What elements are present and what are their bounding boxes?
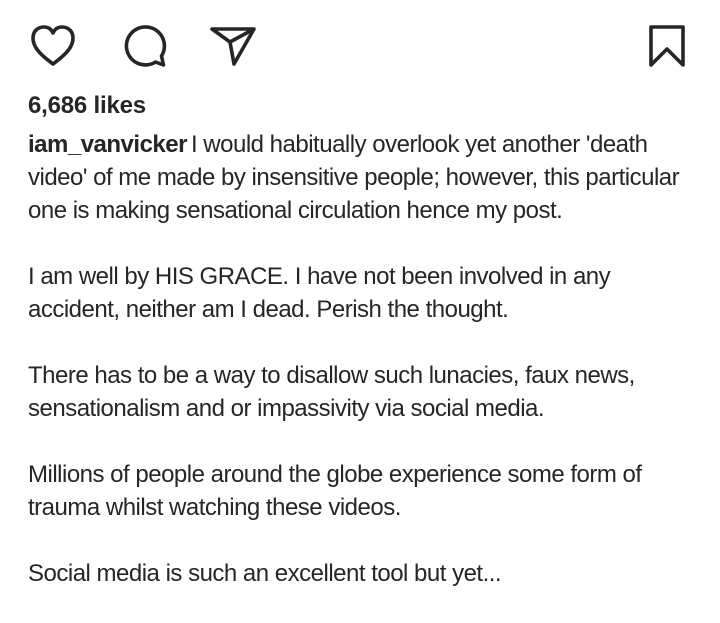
heart-icon (31, 25, 75, 66)
like-button[interactable] (28, 22, 78, 70)
share-button[interactable] (208, 22, 258, 70)
likes-count[interactable]: 6,686 likes (28, 92, 146, 120)
comment-bubble-icon (124, 25, 167, 67)
caption-paragraph: Social media is such an excellent tool b… (28, 560, 502, 587)
caption-first-paragraph: iam_vanvicker I would habitually overlook… (28, 128, 704, 227)
caption-paragraph: There has to be a way to disallow such l… (28, 362, 635, 422)
bookmark-icon (649, 25, 685, 67)
caption-username[interactable]: iam_vanvicker (28, 131, 187, 158)
comment-button[interactable] (120, 22, 170, 70)
caption-paragraph: I am well by HIS GRACE. I have not been … (28, 263, 611, 323)
save-button[interactable] (642, 22, 692, 70)
post-action-bar (28, 22, 692, 70)
post-caption: iam_vanvicker I would habitually overlook… (28, 128, 704, 623)
caption-paragraph: Millions of people around the globe expe… (28, 461, 642, 521)
paper-plane-icon (210, 27, 256, 66)
